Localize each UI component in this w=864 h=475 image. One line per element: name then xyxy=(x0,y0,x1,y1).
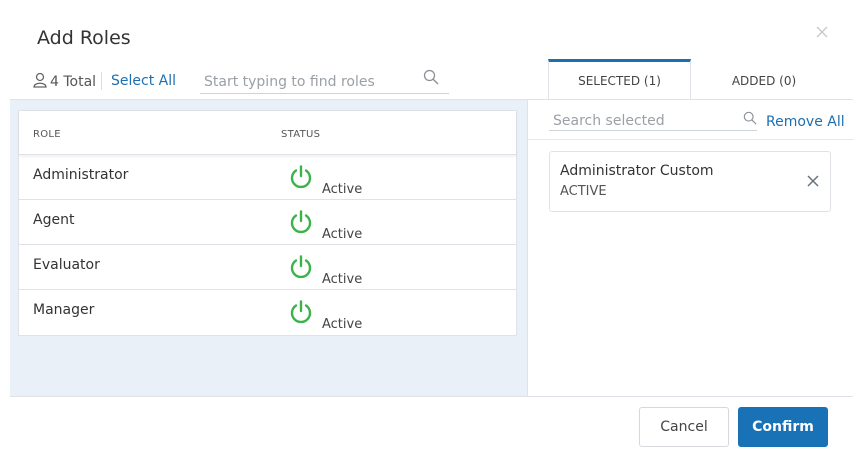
power-icon xyxy=(288,254,314,285)
column-header-status: STATUS xyxy=(281,129,321,140)
status-text: Active xyxy=(322,227,363,242)
selected-search xyxy=(549,109,757,131)
search-icon[interactable] xyxy=(423,69,439,90)
status-text: Active xyxy=(322,272,363,287)
role-search-input[interactable] xyxy=(200,66,415,92)
footer-divider xyxy=(10,396,853,397)
cancel-button[interactable]: Cancel xyxy=(639,407,729,447)
selected-role-state: ACTIVE xyxy=(560,184,607,199)
search-icon[interactable] xyxy=(743,111,757,130)
select-all-link[interactable]: Select All xyxy=(111,73,176,89)
remove-all-link[interactable]: Remove All xyxy=(766,114,845,130)
selected-search-input[interactable] xyxy=(549,109,729,129)
close-icon[interactable] xyxy=(806,174,820,188)
confirm-button[interactable]: Confirm xyxy=(738,407,828,447)
dialog-title: Add Roles xyxy=(37,27,131,49)
role-name: Agent xyxy=(33,212,75,228)
role-name: Manager xyxy=(33,302,95,318)
close-icon[interactable] xyxy=(813,24,831,42)
roles-pane: ROLE STATUS Administrator Active Agent A… xyxy=(10,99,527,396)
tab-selected[interactable]: SELECTED (1) xyxy=(548,59,691,99)
table-row[interactable]: Agent Active xyxy=(19,200,516,245)
table-row[interactable]: Administrator Active xyxy=(19,155,516,200)
role-name: Evaluator xyxy=(33,257,100,273)
total-label: 4 Total xyxy=(50,74,97,90)
role-name: Administrator xyxy=(33,167,129,183)
table-header: ROLE STATUS xyxy=(19,111,516,155)
selected-pane: Remove All Administrator Custom ACTIVE xyxy=(527,99,854,396)
roles-table: ROLE STATUS Administrator Active Agent A… xyxy=(18,110,517,336)
total-count: 4 Total xyxy=(33,72,96,92)
divider xyxy=(101,72,102,90)
status-text: Active xyxy=(322,182,363,197)
status-text: Active xyxy=(322,317,363,332)
divider xyxy=(528,139,854,140)
selected-role-card: Administrator Custom ACTIVE xyxy=(549,151,831,212)
power-icon xyxy=(288,299,314,330)
role-search xyxy=(200,66,449,94)
power-icon xyxy=(288,164,314,195)
add-roles-dialog: Add Roles 4 Total Select All SELECTED (1… xyxy=(0,0,864,475)
power-icon xyxy=(288,209,314,240)
table-row[interactable]: Manager Active xyxy=(19,290,516,335)
selected-role-name: Administrator Custom xyxy=(560,163,714,179)
user-icon xyxy=(33,72,50,92)
table-row[interactable]: Evaluator Active xyxy=(19,245,516,290)
tab-added[interactable]: ADDED (0) xyxy=(691,62,837,102)
column-header-role: ROLE xyxy=(33,129,61,140)
